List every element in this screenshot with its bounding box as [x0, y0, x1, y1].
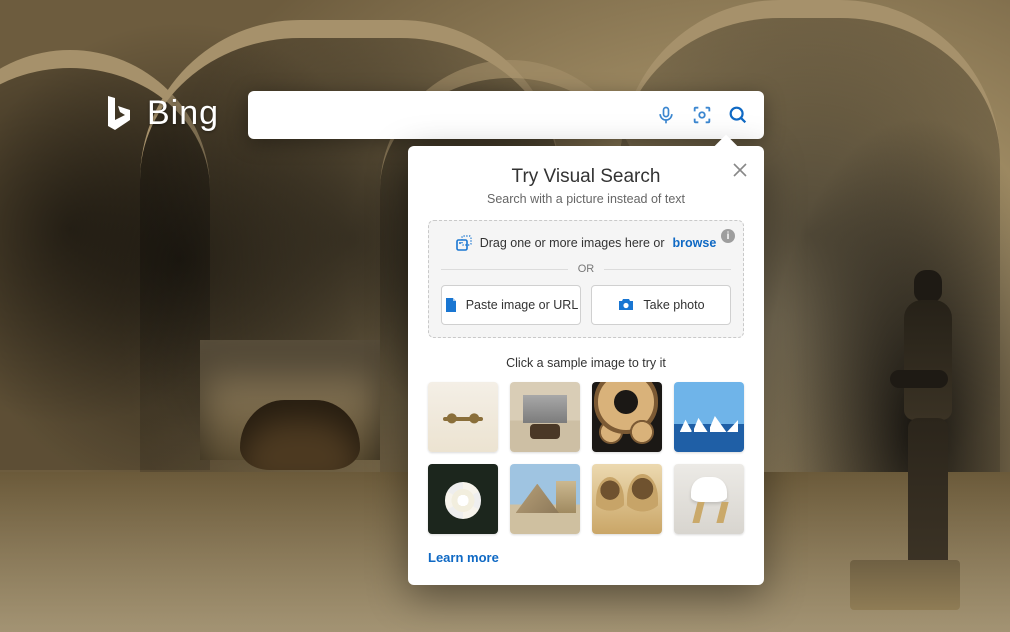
dropzone-divider: OR	[441, 263, 731, 275]
panel-title: Try Visual Search	[428, 166, 744, 188]
sample-image-white-chair[interactable]	[674, 464, 744, 534]
bg-cushion	[240, 400, 360, 470]
microphone-icon[interactable]	[648, 91, 684, 139]
paste-file-icon	[444, 297, 458, 313]
sample-image-latte-art[interactable]	[592, 382, 662, 452]
or-label: OR	[578, 263, 595, 275]
bg-statue	[870, 250, 980, 590]
sample-image-sunglasses[interactable]	[428, 382, 498, 452]
camera-icon	[617, 298, 635, 312]
paste-button-label: Paste image or URL	[466, 298, 579, 312]
info-icon[interactable]: i	[721, 229, 735, 243]
take-photo-button[interactable]: Take photo	[591, 285, 731, 325]
camera-button-label: Take photo	[643, 298, 704, 312]
learn-more-link[interactable]: Learn more	[428, 550, 744, 565]
sample-image-dogs[interactable]	[592, 464, 662, 534]
sample-image-opera-house[interactable]	[674, 382, 744, 452]
paste-image-button[interactable]: Paste image or URL	[441, 285, 581, 325]
search-bar	[248, 91, 764, 139]
sample-title: Click a sample image to try it	[428, 356, 744, 370]
bing-logo-text: Bing	[147, 94, 219, 133]
search-icon[interactable]	[720, 91, 756, 139]
image-drop-icon	[456, 235, 472, 251]
visual-search-icon[interactable]	[684, 91, 720, 139]
sample-image-white-rose[interactable]	[428, 464, 498, 534]
visual-search-panel: Try Visual Search Search with a picture …	[408, 146, 764, 585]
browse-link[interactable]: browse	[673, 236, 717, 250]
bing-logo-icon	[105, 95, 133, 133]
search-input[interactable]	[248, 91, 648, 139]
sample-image-louvre[interactable]	[510, 464, 580, 534]
image-dropzone[interactable]: i Drag one or more images here or browse…	[428, 220, 744, 338]
drag-text: Drag one or more images here or	[480, 236, 665, 250]
close-icon[interactable]	[730, 160, 750, 180]
panel-subtitle: Search with a picture instead of text	[428, 192, 744, 206]
bing-logo[interactable]: Bing	[105, 94, 219, 133]
sample-image-grid	[428, 382, 744, 534]
sample-image-dining-room[interactable]	[510, 382, 580, 452]
bg-pedestal	[850, 560, 960, 610]
